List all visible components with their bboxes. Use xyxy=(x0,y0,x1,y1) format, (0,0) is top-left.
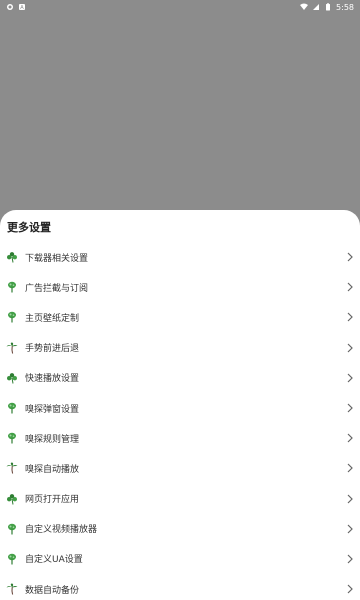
settings-row-label: 嗅探规则管理 xyxy=(25,434,80,445)
battery-icon xyxy=(324,3,332,11)
notification-icon xyxy=(6,3,14,11)
status-right: 5:58 xyxy=(300,3,354,12)
settings-row[interactable]: 嗅探弹窗设置 xyxy=(0,393,360,423)
sprout-icon xyxy=(6,523,18,535)
wifi-icon xyxy=(300,3,309,11)
chevron-right-icon xyxy=(347,312,353,322)
chevron-right-icon xyxy=(347,554,353,564)
settings-row-label: 数据自动备份 xyxy=(25,585,80,596)
chevron-right-icon xyxy=(347,403,353,413)
settings-row-label: 主页壁纸定制 xyxy=(25,313,80,324)
chevron-right-icon xyxy=(347,463,353,473)
settings-row[interactable]: 主页壁纸定制 xyxy=(0,302,360,332)
clover-icon xyxy=(6,493,18,505)
settings-row[interactable]: 嗅探自动播放 xyxy=(0,453,360,483)
settings-row-label: 快速播放设置 xyxy=(25,374,80,385)
settings-row[interactable]: 快速播放设置 xyxy=(0,363,360,393)
sprout-icon xyxy=(6,402,18,414)
settings-row[interactable]: 下载器相关设置 xyxy=(0,242,360,272)
clover-icon xyxy=(6,372,18,384)
settings-row-label: 自定义UA设置 xyxy=(25,555,83,566)
chevron-right-icon xyxy=(347,343,353,353)
sprout-icon xyxy=(6,311,18,323)
chevron-right-icon xyxy=(347,373,353,383)
status-left: A xyxy=(6,3,26,11)
settings-row-label: 网页打开应用 xyxy=(25,495,80,506)
svg-text:A: A xyxy=(20,5,24,11)
settings-row-label: 广告拦截与订阅 xyxy=(25,283,89,294)
signal-icon xyxy=(312,3,320,11)
settings-row[interactable]: 数据自动备份 xyxy=(0,574,360,600)
settings-row-label: 手势前进后退 xyxy=(25,344,80,355)
settings-row-label: 嗅探自动播放 xyxy=(25,464,80,475)
status-bar: A 5:58 xyxy=(0,0,360,14)
settings-row[interactable]: 广告拦截与订阅 xyxy=(0,272,360,302)
status-time: 5:58 xyxy=(336,2,354,12)
clover-icon xyxy=(6,251,18,263)
palm-icon xyxy=(6,583,18,595)
settings-row-label: 下载器相关设置 xyxy=(25,253,89,264)
chevron-right-icon xyxy=(347,584,353,594)
settings-row[interactable]: 自定义UA设置 xyxy=(0,544,360,574)
settings-row-label: 自定义视频播放器 xyxy=(25,525,98,536)
chevron-right-icon xyxy=(347,433,353,443)
settings-row[interactable]: 自定义视频播放器 xyxy=(0,514,360,544)
settings-row[interactable]: 网页打开应用 xyxy=(0,484,360,514)
settings-row[interactable]: 嗅探规则管理 xyxy=(0,423,360,453)
more-settings-sheet: 更多设置 下载器相关设置 广告拦截与订阅 主页壁纸定制 手势前进后退 快速播放设置 嗅探弹… xyxy=(0,210,360,600)
chevron-right-icon xyxy=(347,524,353,534)
sheet-title: 更多设置 xyxy=(7,221,51,234)
settings-row[interactable]: 手势前进后退 xyxy=(0,333,360,363)
palm-icon xyxy=(6,462,18,475)
palm-icon xyxy=(6,342,18,354)
android-icon: A xyxy=(18,3,26,11)
chevron-right-icon xyxy=(347,282,353,292)
chevron-right-icon xyxy=(347,494,353,504)
sprout-icon xyxy=(6,432,18,444)
sprout-icon xyxy=(6,281,18,293)
settings-list: 下载器相关设置 广告拦截与订阅 主页壁纸定制 手势前进后退 快速播放设置 嗅探弹窗设置 嗅探… xyxy=(0,242,360,600)
sprout-icon xyxy=(6,553,18,565)
settings-row-label: 嗅探弹窗设置 xyxy=(25,404,80,415)
chevron-right-icon xyxy=(347,252,353,262)
